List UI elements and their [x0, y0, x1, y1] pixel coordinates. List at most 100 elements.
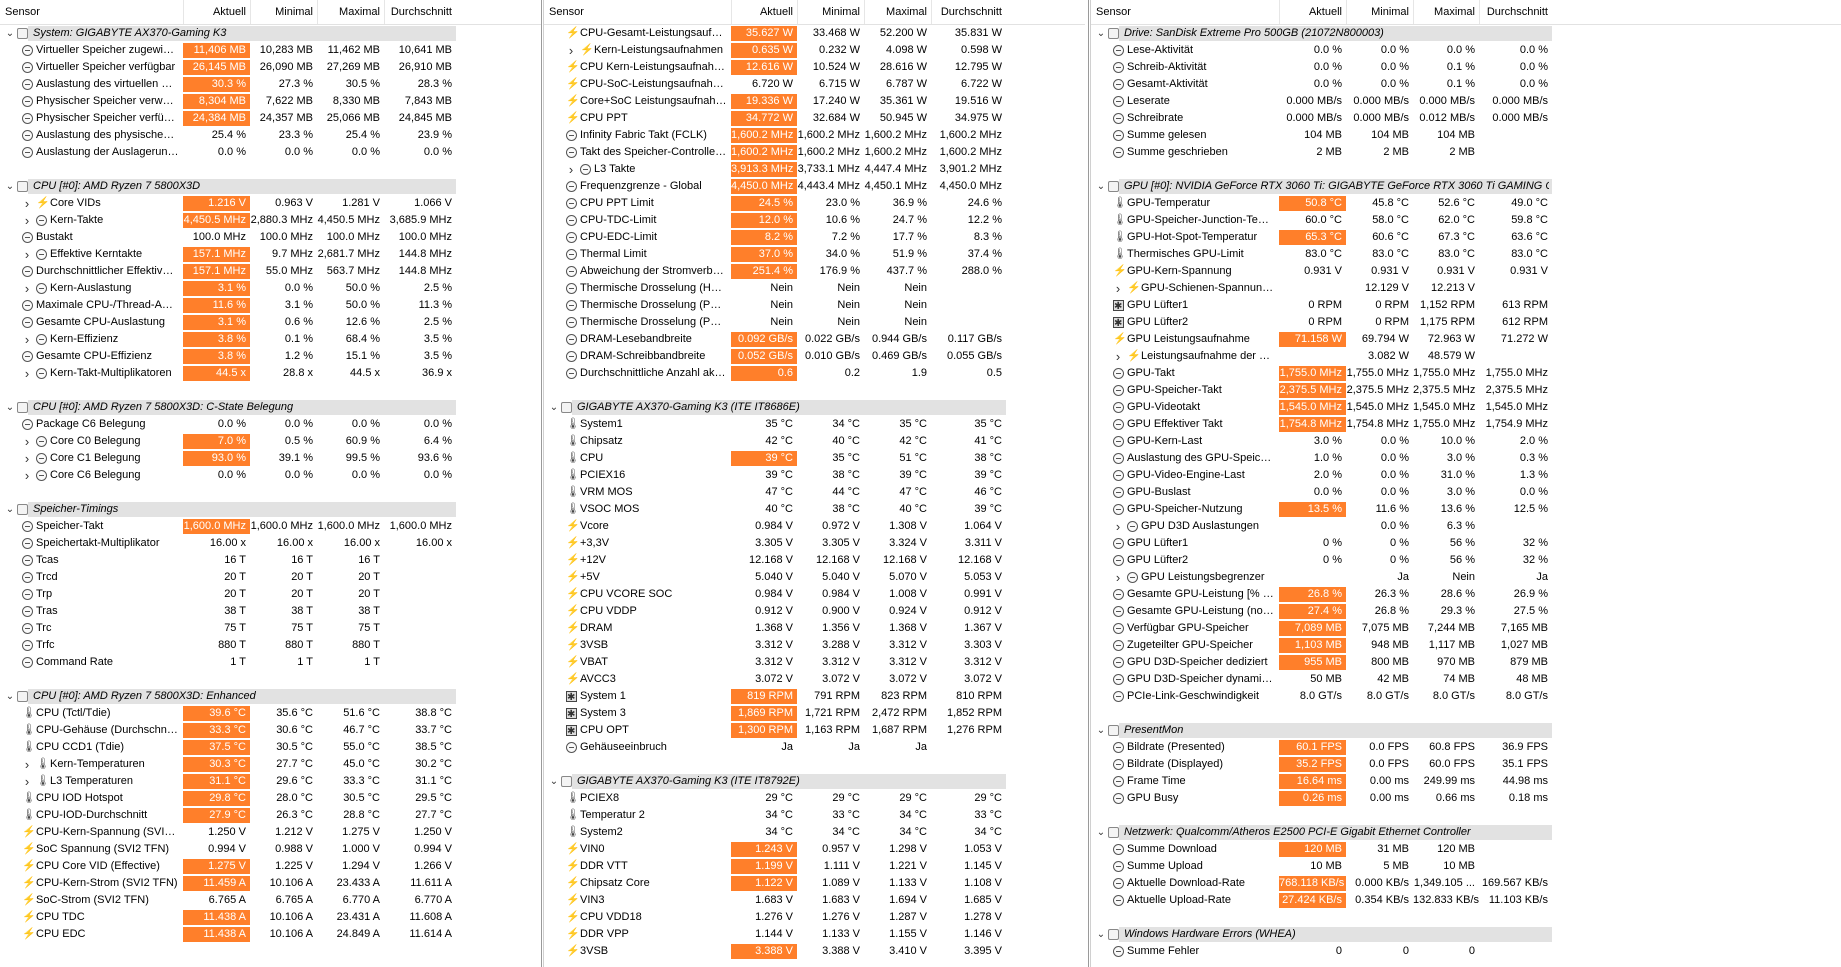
sensor-row[interactable]: GPU-Video-Engine-Last 2.0 % 0.0 % 31.0 % 1.3… [1091, 467, 1841, 484]
sensor-row[interactable]: Frame Time 16.64 ms 0.00 ms 249.99 ms 44.98 … [1091, 773, 1841, 790]
sensor-row[interactable]: ⚡ DDR VTT 1.199 V 1.111 V 1.221 V 1.145 V [544, 858, 1085, 875]
sensor-row[interactable]: GPU Lüfter2 0 RPM 0 RPM 1,175 RPM 612 RPM [1091, 314, 1841, 332]
sensor-row[interactable]: › Core C1 Belegung 93.0 % 39.1 % 99.5 % 93.6 … [0, 450, 541, 467]
sensor-row[interactable]: Summe Upload 10 MB 5 MB 10 MB [1091, 858, 1841, 875]
sensor-row[interactable]: ⚡ GPU-Kern-Spannung 0.931 V 0.931 V 0.931 V 0… [1091, 263, 1841, 280]
sensor-row[interactable]: GPU Lüfter1 0 RPM 0 RPM 1,152 RPM 613 RPM [1091, 297, 1841, 315]
sensor-row[interactable]: Gesamte CPU-Auslastung 3.1 % 0.6 % 12.6 % 2.… [0, 314, 541, 331]
sensor-row[interactable]: › Kern-Takt-Multiplikatoren 44.5 x 28.8 x 44… [0, 365, 541, 382]
sensor-row[interactable]: Virtueller Speicher zugewiesen 11,406 MB 1… [0, 42, 541, 59]
column-header-minimal[interactable]: Minimal [797, 0, 864, 24]
sensor-row[interactable]: Gesamte GPU-Leistung [% von TDP] 26.8 % 26… [1091, 586, 1841, 603]
sensor-row[interactable]: DRAM-Schreibbandbreite 0.052 GB/s 0.010 GB… [544, 348, 1085, 365]
expand-chevron-icon[interactable]: › [566, 161, 576, 178]
sensor-row[interactable]: ⚡ CPU PPT 34.772 W 32.684 W 50.945 W 34.975 W [544, 110, 1085, 127]
column-header-maximal[interactable]: Maximal [864, 0, 931, 24]
sensor-row[interactable]: ⚡ 3VSB 3.312 V 3.288 V 3.312 V 3.303 V [544, 637, 1085, 654]
column-header-aktuell[interactable]: Aktuell [1279, 0, 1346, 24]
sensor-row[interactable]: ⚡Core+SoC Leistungsaufnahme (S... 19.336 … [544, 93, 1085, 110]
sensor-row[interactable]: CPU-TDC-Limit 12.0 % 10.6 % 24.7 % 12.2 % [544, 212, 1085, 229]
section-header[interactable]: ⌄ GPU [#0]: NVIDIA GeForce RTX 3060 Ti: G… [1091, 178, 1841, 195]
sensor-row[interactable]: CPU-EDC-Limit 8.2 % 7.2 % 17.7 % 8.3 % [544, 229, 1085, 246]
sensor-row[interactable]: ⚡ VBAT 3.312 V 3.312 V 3.312 V 3.312 V [544, 654, 1085, 671]
sensor-row[interactable]: PCIe-Link-Geschwindigkeit 8.0 GT/s 8.0 GT/… [1091, 688, 1841, 705]
sensor-row[interactable]: 🌡 PCIEX8 29 °C 29 °C 29 °C 29 °C [544, 790, 1085, 807]
sensor-row[interactable]: ⚡ +3,3V 3.305 V 3.305 V 3.324 V 3.311 V [544, 535, 1085, 552]
sensor-row[interactable]: GPU D3D-Speicher dynamisch 50 MB 42 MB 74 M… [1091, 671, 1841, 688]
sensor-row[interactable]: Summe gelesen 104 MB 104 MB 104 MB [1091, 127, 1841, 144]
sensor-row[interactable]: Thermische Drosselung (PROCHO... Nein Nein… [544, 314, 1085, 331]
sensor-row[interactable]: › Core C0 Belegung 7.0 % 0.5 % 60.9 % 6.4 % [0, 433, 541, 450]
sensor-row[interactable]: Takt des Speicher-Controllers (UC... 1,60… [544, 144, 1085, 161]
sensor-row[interactable]: Summe geschrieben 2 MB 2 MB 2 MB [1091, 144, 1841, 161]
sensor-row[interactable]: Verfügbar GPU-Speicher 7,089 MB 7,075 MB 7,… [1091, 620, 1841, 637]
sensor-row[interactable]: 🌡 GPU-Temperatur 50.8 °C 45.8 °C 52.6 °C 49.0… [1091, 195, 1841, 212]
sensor-row[interactable]: GPU-Videotakt 1,545.0 MHz 1,545.0 MHz 1,545… [1091, 399, 1841, 416]
panel-separator[interactable] [1088, 0, 1089, 967]
sensor-row[interactable]: › ⚡ Kern-Leistungsaufnahmen 0.635 W 0.232 W 4… [544, 42, 1085, 59]
sensor-row[interactable]: Trfc 880 T 880 T 880 T [0, 637, 541, 654]
sensor-row[interactable]: Auslastung des GPU-Speicher-Cont... 1.0 %… [1091, 450, 1841, 467]
sensor-row[interactable]: Aktuelle Upload-Rate 27.424 KB/s 0.354 KB/… [1091, 892, 1841, 909]
sensor-row[interactable]: GPU-Buslast 0.0 % 0.0 % 3.0 % 0.0 % [1091, 484, 1841, 501]
expand-chevron-icon[interactable]: › [1113, 280, 1123, 297]
sensor-row[interactable]: Gehäuseeinbruch Ja Ja Ja [544, 739, 1085, 756]
sensor-row[interactable]: ⚡ GPU Leistungsaufnahme 71.158 W 69.794 W 72… [1091, 331, 1841, 348]
section-header[interactable]: ⌄ CPU [#0]: AMD Ryzen 7 5800X3D [0, 178, 541, 195]
collapse-chevron-icon[interactable]: ⌄ [5, 501, 15, 518]
section-header[interactable]: ⌄ Drive: SanDisk Extreme Pro 500GB (21072… [1091, 25, 1841, 42]
sensor-row[interactable]: › Kern-Auslastung 3.1 % 0.0 % 50.0 % 2.5 % [0, 280, 541, 297]
sensor-row[interactable]: ⚡ Chipsatz Core 1.122 V 1.089 V 1.133 V 1.108… [544, 875, 1085, 892]
sensor-row[interactable]: Speichertakt-Multiplikator 16.00 x 16.00 x… [0, 535, 541, 552]
sensor-row[interactable]: 🌡 GPU-Hot-Spot-Temperatur 65.3 °C 60.6 °C 67… [1091, 229, 1841, 246]
sensor-row[interactable]: 🌡GPU-Speicher-Junction-Temperatur 60.0 °C… [1091, 212, 1841, 229]
expand-chevron-icon[interactable]: › [566, 42, 576, 59]
sensor-row[interactable]: 🌡 CPU 39 °C 35 °C 51 °C 38 °C [544, 450, 1085, 467]
sensor-row[interactable]: Physischer Speicher verfügbar 24,384 MB 24… [0, 110, 541, 127]
sensor-row[interactable]: Gesamte GPU-Leistung (normalisier... 27.4… [1091, 603, 1841, 620]
sensor-row[interactable]: 🌡 CPU (Tctl/Tdie) 39.6 °C 35.6 °C 51.6 °C 38.… [0, 705, 541, 722]
sensor-row[interactable]: ⚡CPU Kern-Leistungsaufnahme (SV... 12.616… [544, 59, 1085, 76]
collapse-chevron-icon[interactable]: ⌄ [5, 25, 15, 42]
sensor-row[interactable]: ⚡ CPU VDD18 1.276 V 1.276 V 1.287 V 1.278 V [544, 909, 1085, 926]
sensor-list[interactable]: Sensor Aktuell Minimal Maximal Durchschnitt ⚡… [544, 0, 1085, 960]
collapse-chevron-icon[interactable]: ⌄ [549, 773, 559, 790]
section-header[interactable]: ⌄ CPU [#0]: AMD Ryzen 7 5800X3D: C-State … [0, 399, 541, 416]
sensor-row[interactable]: › Kern-Effizienz 3.8 % 0.1 % 68.4 % 3.5 % [0, 331, 541, 348]
collapse-chevron-icon[interactable]: ⌄ [5, 178, 15, 195]
sensor-row[interactable]: Command Rate 1 T 1 T 1 T [0, 654, 541, 671]
sensor-row[interactable]: ⚡ SoC Spannung (SVI2 TFN) 0.994 V 0.988 V 1.… [0, 841, 541, 858]
sensor-row[interactable]: 🌡 VRM MOS 47 °C 44 °C 47 °C 46 °C [544, 484, 1085, 501]
column-header-sensor[interactable]: Sensor [1096, 0, 1279, 24]
column-header-aktuell[interactable]: Aktuell [731, 0, 797, 24]
column-header-minimal[interactable]: Minimal [250, 0, 317, 24]
column-header-durchschnitt[interactable]: Durchschnitt [384, 0, 456, 24]
section-header[interactable]: ⌄ PresentMon [1091, 722, 1841, 739]
sensor-row[interactable]: GPU Busy 0.26 ms 0.00 ms 0.66 ms 0.18 ms [1091, 790, 1841, 807]
sensor-row[interactable]: Gesamt-Aktivität 0.0 % 0.0 % 0.1 % 0.0 % [1091, 76, 1841, 93]
expand-chevron-icon[interactable]: › [22, 195, 32, 212]
sensor-row[interactable]: ⚡ VIN0 1.243 V 0.957 V 1.298 V 1.053 V [544, 841, 1085, 858]
column-header-maximal[interactable]: Maximal [1413, 0, 1479, 24]
section-header[interactable]: ⌄ Netzwerk: Qualcomm/Atheros E2500 PCI-E … [1091, 824, 1841, 841]
collapse-chevron-icon[interactable]: ⌄ [1096, 824, 1106, 841]
sensor-row[interactable]: Abweichung der Stromverbrauchs... 251.4 %… [544, 263, 1085, 280]
sensor-row[interactable]: DRAM-Lesebandbreite 0.092 GB/s 0.022 GB/s 0… [544, 331, 1085, 348]
sensor-row[interactable]: Trcd 20 T 20 T 20 T [0, 569, 541, 586]
sensor-row[interactable]: Schreibrate 0.000 MB/s 0.000 MB/s 0.012 MB/… [1091, 110, 1841, 127]
collapse-chevron-icon[interactable]: ⌄ [1096, 178, 1106, 195]
column-header-maximal[interactable]: Maximal [317, 0, 384, 24]
section-header[interactable]: ⌄ Windows Hardware Errors (WHEA) [1091, 926, 1841, 943]
sensor-row[interactable]: Summe Fehler 0 0 0 [1091, 943, 1841, 960]
sensor-row[interactable]: Schreib-Aktivität 0.0 % 0.0 % 0.1 % 0.0 % [1091, 59, 1841, 76]
sensor-row[interactable]: › L3 Takte 3,913.3 MHz 3,733.1 MHz 4,447.4 M… [544, 161, 1085, 178]
section-header[interactable]: ⌄ CPU [#0]: AMD Ryzen 7 5800X3D: Enhanced [0, 688, 541, 705]
expand-chevron-icon[interactable]: › [22, 756, 32, 773]
sensor-row[interactable]: 🌡 PCIEX16 39 °C 38 °C 39 °C 39 °C [544, 467, 1085, 484]
sensor-row[interactable]: ⚡ Vcore 0.984 V 0.972 V 1.308 V 1.064 V [544, 518, 1085, 535]
sensor-row[interactable]: ⚡ +5V 5.040 V 5.040 V 5.070 V 5.053 V [544, 569, 1085, 586]
sensor-row[interactable]: 🌡 VSOC MOS 40 °C 38 °C 40 °C 39 °C [544, 501, 1085, 518]
sensor-row[interactable]: CPU OPT 1,300 RPM 1,163 RPM 1,687 RPM 1,276 … [544, 722, 1085, 740]
sensor-row[interactable]: Bildrate (Presented) 60.1 FPS 0.0 FPS 60.8 … [1091, 739, 1841, 756]
sensor-row[interactable]: ⚡ 3VSB 3.388 V 3.388 V 3.410 V 3.395 V [544, 943, 1085, 960]
